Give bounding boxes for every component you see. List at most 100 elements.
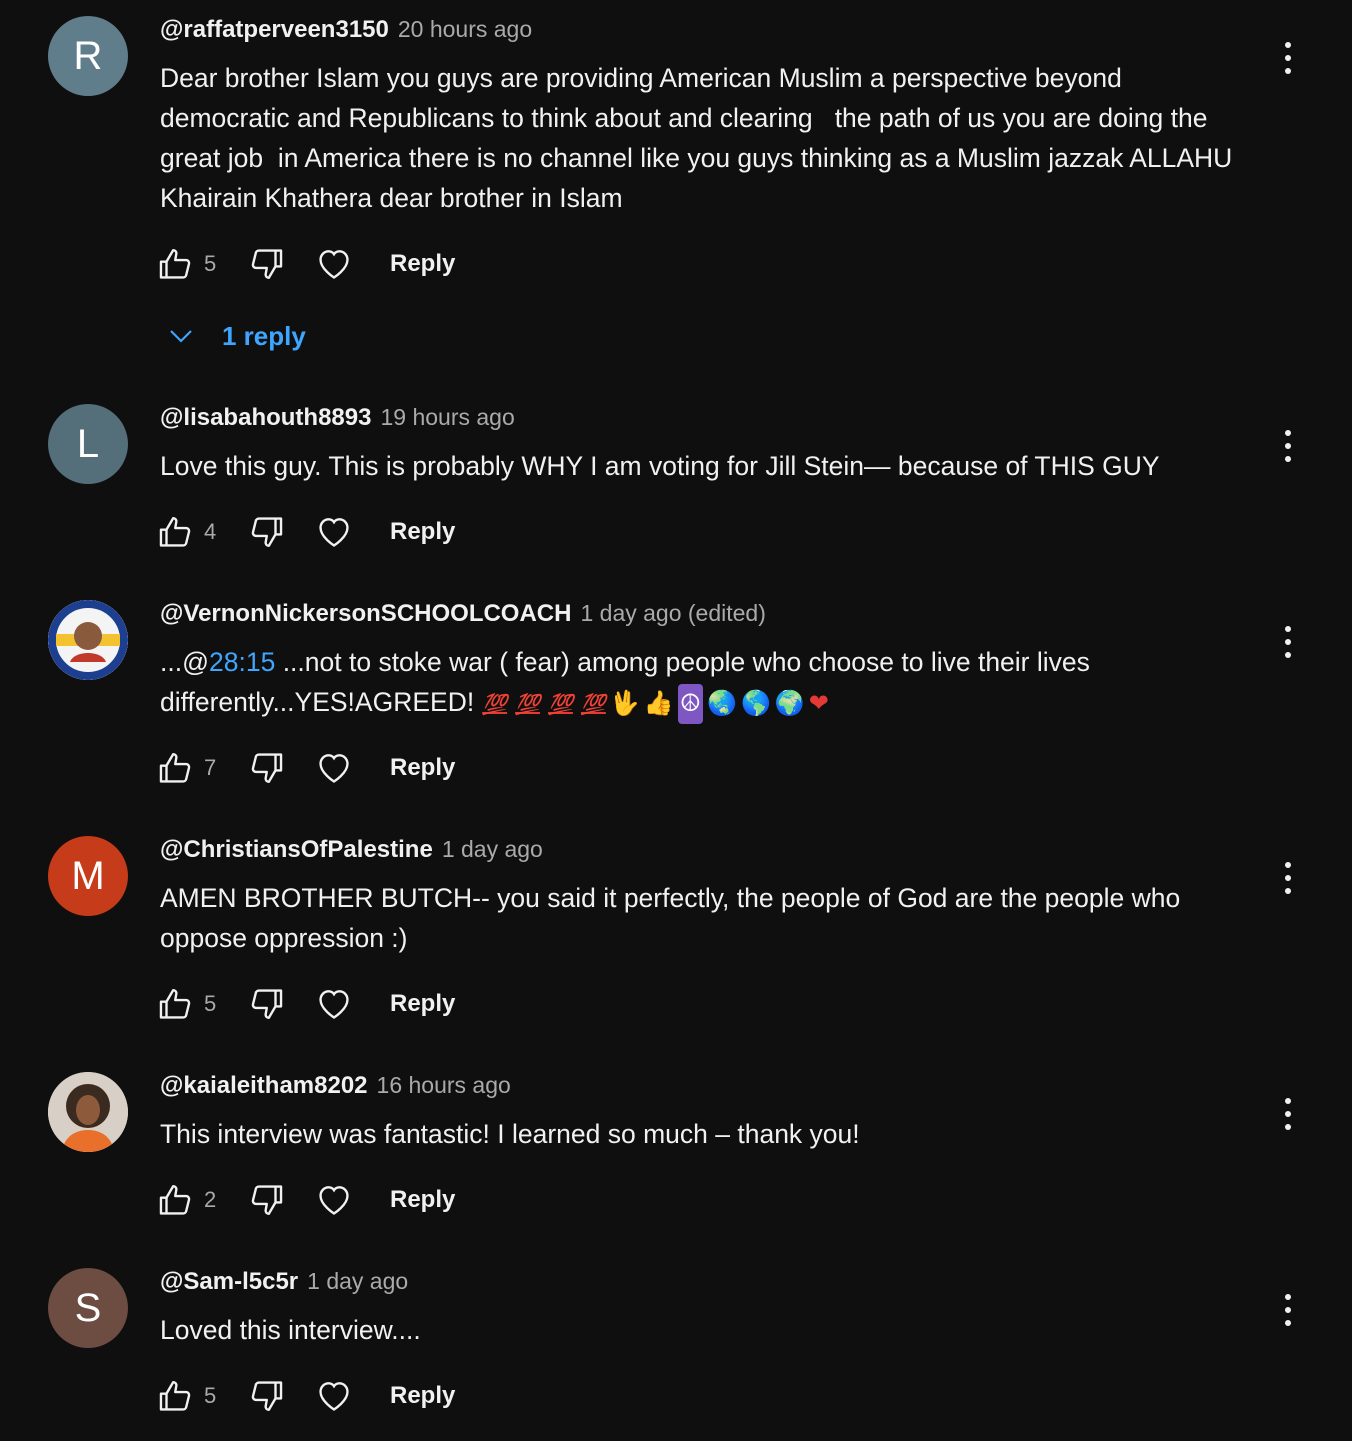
comment-time[interactable]: 16 hours ago <box>377 1072 511 1099</box>
globe-asia-emoji: 🌏 <box>707 690 738 717</box>
comment-time[interactable]: 1 day ago <box>442 836 543 863</box>
reply-button[interactable]: Reply <box>390 518 455 546</box>
comment-item: M @ChristiansOfPalestine 1 day ago AMEN … <box>0 836 1352 1036</box>
thumbs-up-emoji: 👍 <box>643 690 674 717</box>
comment-time[interactable]: 1 day ago (edited) <box>580 600 765 627</box>
like-count: 5 <box>204 991 217 1016</box>
reply-button[interactable]: Reply <box>390 250 455 278</box>
reply-button[interactable]: Reply <box>390 990 455 1018</box>
text-prefix: ...@ <box>160 647 209 677</box>
avatar[interactable]: R <box>48 16 128 96</box>
comment-actions: 5 Reply <box>156 982 455 1026</box>
comment-text: This interview was fantastic! I learned … <box>160 1119 860 1149</box>
hundred-points-emoji: 💯 <box>580 694 606 716</box>
thumbs-up-icon[interactable] <box>156 1374 196 1418</box>
author-name[interactable]: @kaialeitham8202 <box>160 1072 368 1100</box>
reply-button[interactable]: Reply <box>390 1382 455 1410</box>
comment-item: R @raffatperveen3150 20 hours ago Dear b… <box>0 16 1352 366</box>
comment-item: @VernonNickersonSCHOOLCOACH 1 day ago (e… <box>0 600 1352 800</box>
thumbs-up-icon[interactable] <box>156 242 196 286</box>
comment-actions: 7 Reply <box>156 746 455 790</box>
comment-item: L @lisabahouth8893 19 hours ago Love thi… <box>0 404 1352 564</box>
comment-header: @raffatperveen3150 20 hours ago <box>160 16 532 50</box>
thumbs-down-icon[interactable] <box>246 510 286 554</box>
comment-header: @ChristiansOfPalestine 1 day ago <box>160 836 543 870</box>
thumbs-up-icon[interactable] <box>156 510 196 554</box>
text-line1-rest: ...not to stoke war ( fear) among people… <box>275 647 1090 677</box>
comment-text: AMEN BROTHER BUTCH-- you said it perfect… <box>160 883 1188 953</box>
comment-actions: 5 Reply <box>156 1374 455 1418</box>
avatar-letter: L <box>76 421 100 466</box>
heart-icon[interactable] <box>314 242 354 286</box>
comment-time[interactable]: 1 day ago <box>307 1268 408 1295</box>
reply-button[interactable]: Reply <box>390 1186 455 1214</box>
thumbs-down-icon[interactable] <box>246 982 286 1026</box>
comment-text: Dear brother Islam you guys are providin… <box>160 63 1240 213</box>
comment-text: Loved this interview.... <box>160 1315 421 1345</box>
more-vert-icon[interactable] <box>1270 1092 1306 1136</box>
heart-icon[interactable] <box>314 746 354 790</box>
like-count: 7 <box>204 755 217 780</box>
timestamp-link[interactable]: 28:15 <box>209 647 275 677</box>
view-replies-button[interactable]: 1 reply <box>166 316 306 356</box>
comment-time[interactable]: 20 hours ago <box>398 16 532 43</box>
hundred-points-emoji: 💯 <box>515 694 541 716</box>
peace-symbol-emoji: ☮ <box>677 684 704 724</box>
thumbs-down-icon[interactable] <box>246 242 286 286</box>
author-name[interactable]: @VernonNickersonSCHOOLCOACH <box>160 600 571 628</box>
vulcan-salute-emoji: 🖖 <box>609 690 640 717</box>
like-count: 4 <box>204 519 217 544</box>
woman-profile-photo-avatar <box>48 1072 128 1152</box>
avatar[interactable]: M <box>48 836 128 916</box>
more-vert-icon[interactable] <box>1270 1288 1306 1332</box>
comment-actions: 5 Reply <box>156 242 455 286</box>
thumbs-up-icon[interactable] <box>156 982 196 1026</box>
avatar-letter: S <box>74 1285 102 1330</box>
heart-icon[interactable] <box>314 510 354 554</box>
hundred-points-emoji: 💯 <box>482 694 508 716</box>
more-vert-icon[interactable] <box>1270 620 1306 664</box>
comment-item: @kaialeitham8202 16 hours ago This inter… <box>0 1072 1352 1232</box>
thumbs-up-icon[interactable] <box>156 746 196 790</box>
thumbs-up-icon[interactable] <box>156 1178 196 1222</box>
comment-header: @kaialeitham8202 16 hours ago <box>160 1072 511 1106</box>
replies-count-label: 1 reply <box>222 320 306 351</box>
like-count: 2 <box>204 1187 217 1212</box>
comment-header: @VernonNickersonSCHOOLCOACH 1 day ago (e… <box>160 600 766 634</box>
like-count: 5 <box>204 1383 217 1408</box>
author-name[interactable]: @lisabahouth8893 <box>160 404 371 432</box>
heart-icon[interactable] <box>314 1178 354 1222</box>
like-count: 5 <box>204 251 217 276</box>
chevron-down-icon <box>170 330 192 343</box>
text-line2: differently...YES!AGREED! <box>160 687 475 717</box>
avatar[interactable] <box>48 1072 128 1152</box>
globe-americas-emoji: 🌎 <box>741 690 771 717</box>
red-heart-emoji: ❤ <box>808 690 829 717</box>
more-vert-icon[interactable] <box>1270 856 1306 900</box>
comment-text: ...@28:15 ...not to stoke war ( fear) am… <box>160 642 1240 725</box>
heart-icon[interactable] <box>314 982 354 1026</box>
heart-icon[interactable] <box>314 1374 354 1418</box>
thumbs-down-icon[interactable] <box>246 746 286 790</box>
avatar[interactable]: S <box>48 1268 128 1348</box>
comment-text: Love this guy. This is probably WHY I am… <box>160 451 1160 481</box>
avatar[interactable] <box>48 600 128 680</box>
more-vert-icon[interactable] <box>1270 36 1306 80</box>
avatar-letter: M <box>71 853 105 898</box>
author-name[interactable]: @ChristiansOfPalestine <box>160 836 433 864</box>
reply-button[interactable]: Reply <box>390 754 455 782</box>
comment-header: @lisabahouth8893 19 hours ago <box>160 404 515 438</box>
author-name[interactable]: @raffatperveen3150 <box>160 16 389 44</box>
more-vert-icon[interactable] <box>1270 424 1306 468</box>
quality-content-badge-avatar <box>48 600 128 680</box>
comment-time[interactable]: 19 hours ago <box>380 404 514 431</box>
thumbs-down-icon[interactable] <box>246 1374 286 1418</box>
avatar-letter: R <box>73 33 103 78</box>
author-name[interactable]: @Sam-l5c5r <box>160 1268 298 1296</box>
comment-item: S @Sam-l5c5r 1 day ago Loved this interv… <box>0 1268 1352 1428</box>
comment-actions: 2 Reply <box>156 1178 455 1222</box>
thumbs-down-icon[interactable] <box>246 1178 286 1222</box>
hundred-points-emoji: 💯 <box>548 694 573 716</box>
comment-header: @Sam-l5c5r 1 day ago <box>160 1268 408 1302</box>
avatar[interactable]: L <box>48 404 128 484</box>
